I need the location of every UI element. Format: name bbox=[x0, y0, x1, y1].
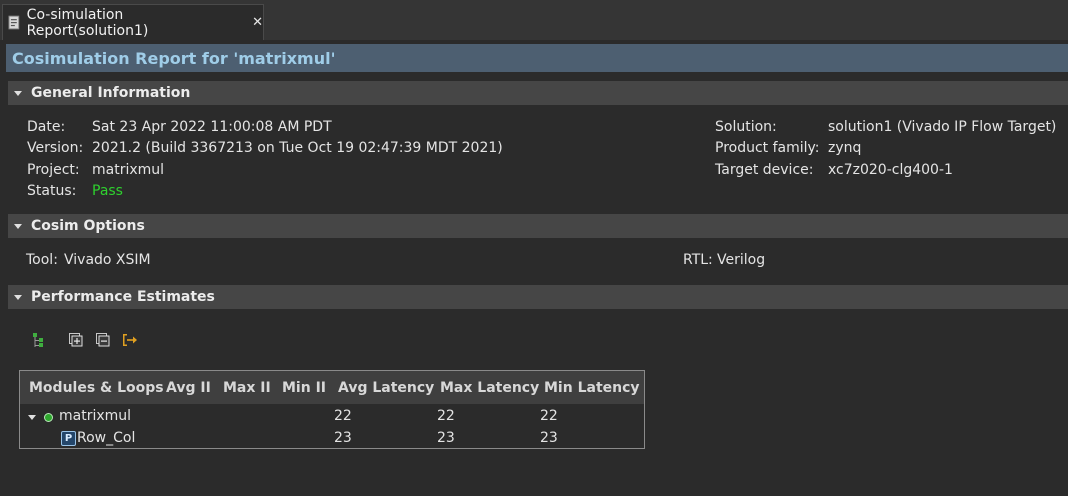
row-name: matrixmul bbox=[59, 408, 132, 424]
project-label: Project: bbox=[27, 162, 80, 178]
project-value: matrixmul bbox=[92, 162, 165, 178]
chevron-down-icon[interactable] bbox=[28, 415, 36, 420]
version-value: 2021.2 (Build 3367213 on Tue Oct 19 02:4… bbox=[92, 140, 503, 156]
chevron-down-icon bbox=[14, 294, 22, 300]
column-header-avg-ii[interactable]: Avg II bbox=[166, 380, 211, 396]
row-name: Row_Col bbox=[77, 430, 136, 446]
date-value: Sat 23 Apr 2022 11:00:08 AM PDT bbox=[92, 119, 332, 135]
rtl-label: RTL: bbox=[683, 252, 713, 268]
tab-cosim-report[interactable]: Co-simulation Report(solution1) ✕ bbox=[2, 4, 264, 40]
solution-label: Solution: bbox=[715, 119, 777, 135]
version-label: Version: bbox=[27, 140, 84, 156]
column-header-modules-loops[interactable]: Modules & Loops bbox=[29, 380, 164, 396]
jump-to-source-icon[interactable] bbox=[122, 332, 138, 348]
status-badge: Pass bbox=[92, 183, 123, 199]
hierarchy-icon[interactable] bbox=[31, 332, 45, 350]
module-status-icon bbox=[44, 413, 53, 422]
section-performance-estimates[interactable]: Performance Estimates bbox=[8, 285, 1068, 309]
expand-all-icon[interactable] bbox=[69, 333, 83, 347]
section-title: Cosim Options bbox=[31, 218, 145, 234]
product-family-label: Product family: bbox=[715, 140, 820, 156]
target-device-value: xc7z020-clg400-1 bbox=[828, 162, 953, 178]
report-file-icon bbox=[8, 15, 20, 29]
column-header-min-ii[interactable]: Min II bbox=[282, 380, 326, 396]
pipeline-loop-icon: P bbox=[61, 431, 76, 446]
column-header-min-latency[interactable]: Min Latency bbox=[544, 380, 640, 396]
collapse-all-icon[interactable] bbox=[96, 333, 110, 347]
solution-value: solution1 (Vivado IP Flow Target) bbox=[828, 119, 1057, 135]
section-title: Performance Estimates bbox=[31, 289, 215, 305]
page-title: Cosimulation Report for 'matrixmul' bbox=[6, 44, 1068, 72]
product-family-value: zynq bbox=[828, 140, 862, 156]
cell-max-latency: 23 bbox=[437, 430, 455, 446]
cell-avg-latency: 22 bbox=[334, 408, 352, 424]
cell-avg-latency: 23 bbox=[334, 430, 352, 446]
cell-min-latency: 23 bbox=[540, 430, 558, 446]
table-row[interactable]: matrixmul 22 22 22 bbox=[20, 407, 644, 429]
chevron-down-icon bbox=[14, 223, 22, 229]
status-label: Status: bbox=[27, 183, 77, 199]
chevron-down-icon bbox=[14, 90, 22, 96]
date-label: Date: bbox=[27, 119, 66, 135]
cell-min-latency: 22 bbox=[540, 408, 558, 424]
column-header-max-latency[interactable]: Max Latency bbox=[440, 380, 539, 396]
editor-tab-bar: Co-simulation Report(solution1) ✕ bbox=[0, 0, 1068, 40]
rtl-value: Verilog bbox=[717, 252, 766, 268]
section-title: General Information bbox=[31, 85, 191, 101]
table-header: Modules & Loops Avg II Max II Min II Avg… bbox=[20, 371, 644, 404]
tab-title: Co-simulation Report(solution1) bbox=[26, 6, 149, 39]
close-icon[interactable]: ✕ bbox=[252, 15, 263, 30]
target-device-label: Target device: bbox=[715, 162, 814, 178]
column-header-max-ii[interactable]: Max II bbox=[223, 380, 271, 396]
tool-label: Tool: bbox=[26, 252, 58, 268]
tool-value: Vivado XSIM bbox=[64, 252, 151, 268]
cell-max-latency: 22 bbox=[437, 408, 455, 424]
table-row[interactable]: P Row_Col 23 23 23 bbox=[20, 429, 644, 451]
performance-table: Modules & Loops Avg II Max II Min II Avg… bbox=[19, 370, 645, 449]
section-cosim-options[interactable]: Cosim Options bbox=[8, 214, 1068, 238]
column-header-avg-latency[interactable]: Avg Latency bbox=[338, 380, 434, 396]
section-general-information[interactable]: General Information bbox=[8, 81, 1068, 105]
cosim-report-view: Co-simulation Report(solution1) ✕ Cosimu… bbox=[0, 0, 1068, 496]
